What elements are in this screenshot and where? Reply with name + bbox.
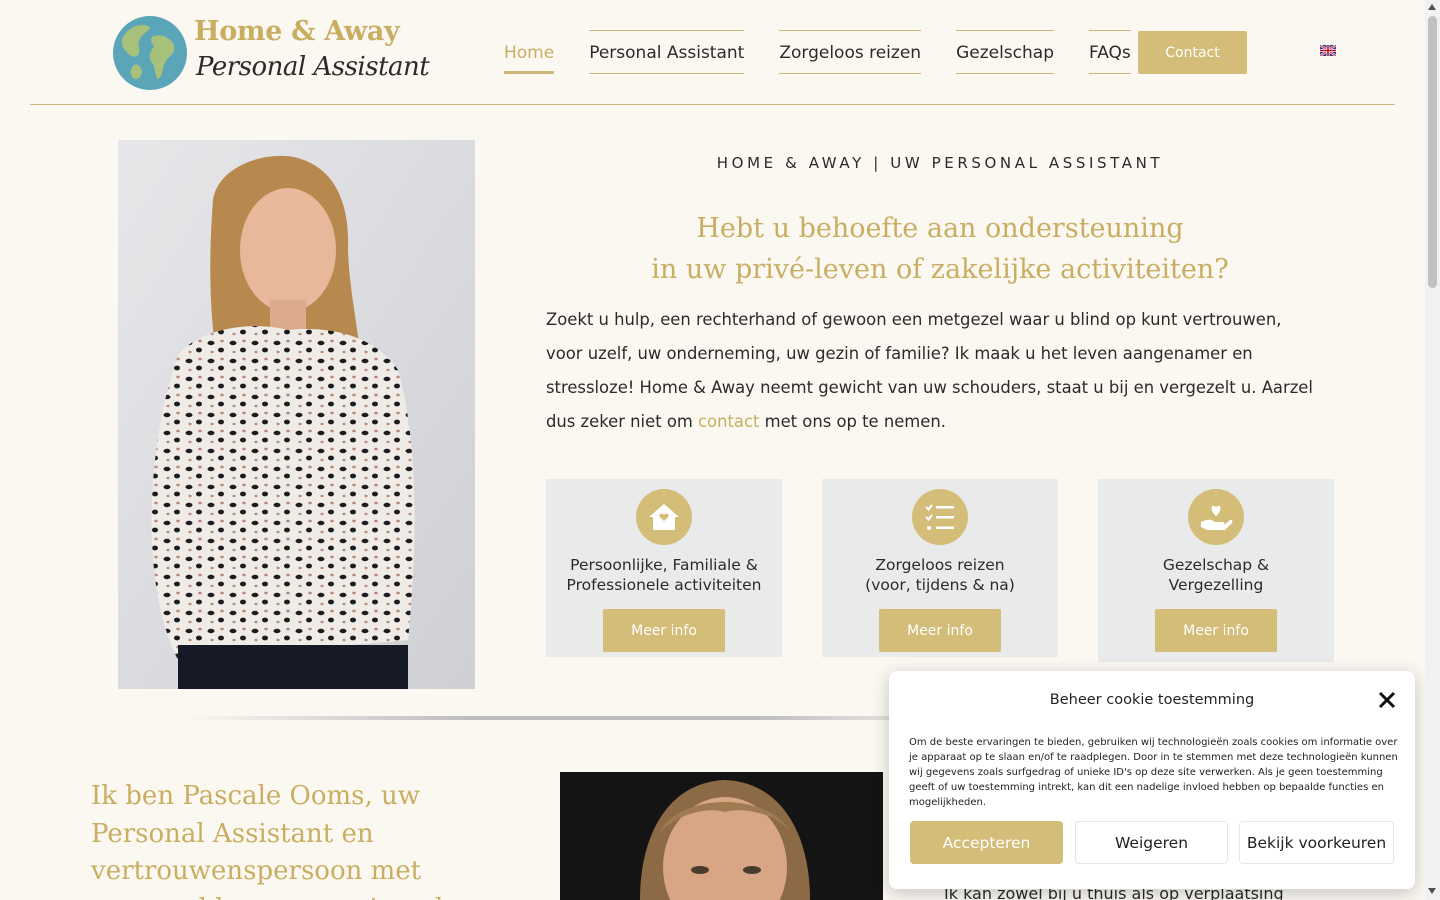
card-title-line1: Gezelschap & (1162, 556, 1270, 574)
card-title-line2: Vergezelling (1168, 576, 1264, 594)
header-divider (30, 104, 1395, 105)
globe-icon (113, 16, 187, 90)
view-preferences-button[interactable]: Bekijk voorkeuren (1239, 821, 1394, 864)
site-logo[interactable]: Home & Away Personal Assistant (112, 14, 430, 92)
nav-item-home[interactable]: Home (504, 30, 555, 74)
logo-title: Home & Away (194, 16, 400, 47)
cookie-title: Beheer cookie toestemming (1049, 692, 1255, 708)
uk-flag-icon[interactable] (1320, 45, 1336, 56)
card-title: Gezelschap & Vergezelling (1098, 555, 1334, 595)
card-title-line2: (voor, tijdens & na) (865, 576, 1015, 594)
hero-eyebrow: HOME & AWAY | UW PERSONAL ASSISTANT (716, 154, 1164, 172)
site-header: Home & Away Personal Assistant Home Pers… (0, 0, 1425, 106)
hero-headline: Hebt u behoefte aan ondersteuning in uw … (545, 208, 1335, 290)
service-card-activities: Persoonlijke, Familiale & Professionele … (546, 479, 782, 657)
logo-subtitle: Personal Assistant (196, 52, 430, 82)
meer-info-button[interactable]: Meer info (1155, 609, 1277, 652)
hero-intro: Zoekt u hulp, een rechterhand of gewoon … (546, 303, 1321, 439)
card-title-line2: Professionele activiteiten (566, 576, 762, 594)
about-title: Ik ben Pascale Ooms, uw Personal Assista… (91, 781, 457, 900)
page-scrollbar[interactable] (1425, 0, 1440, 900)
hero-headline-line2: in uw privé-leven of zakelijke activitei… (651, 254, 1229, 285)
contact-link[interactable]: contact (698, 412, 759, 431)
cookie-consent-dialog: Beheer cookie toestemming Om de beste er… (889, 671, 1415, 889)
nav-item-faqs[interactable]: FAQs (1089, 30, 1131, 74)
intro-text-after: met ons op te nemen. (759, 412, 946, 431)
meer-info-button[interactable]: Meer info (879, 609, 1001, 652)
card-title-line1: Zorgeloos reizen (875, 556, 1005, 574)
accept-button[interactable]: Accepteren (910, 821, 1063, 864)
house-icon (636, 489, 692, 545)
service-card-travel: Zorgeloos reizen (voor, tijdens & na) Me… (822, 479, 1058, 657)
contact-button[interactable]: Contact (1138, 31, 1247, 74)
hero-headline-line1: Hebt u behoefte aan ondersteuning (696, 213, 1184, 244)
cookie-body: Om de beste ervaringen te bieden, gebrui… (909, 737, 1398, 808)
deny-button[interactable]: Weigeren (1075, 821, 1228, 864)
nav-item-personal-assistant[interactable]: Personal Assistant (589, 30, 745, 74)
card-title: Zorgeloos reizen (voor, tijdens & na) (822, 555, 1058, 595)
nav-item-zorgeloos-reizen[interactable]: Zorgeloos reizen (779, 30, 922, 74)
card-title-line1: Persoonlijke, Familiale & (570, 556, 758, 574)
section-divider (180, 716, 900, 720)
heart-hand-icon (1188, 489, 1244, 545)
checklist-icon (912, 489, 968, 545)
nav-item-gezelschap[interactable]: Gezelschap (956, 30, 1054, 74)
scroll-up-icon[interactable] (1428, 4, 1436, 10)
meer-info-button[interactable]: Meer info (603, 609, 725, 652)
portrait-photo (118, 140, 475, 689)
scroll-down-icon[interactable] (1428, 888, 1436, 894)
portrait-photo-2 (560, 772, 883, 900)
close-icon[interactable] (1377, 690, 1397, 710)
scroll-thumb[interactable] (1428, 16, 1437, 288)
card-title: Persoonlijke, Familiale & Professionele … (546, 555, 782, 595)
service-card-company: Gezelschap & Vergezelling Meer info (1098, 479, 1334, 662)
main-nav: Home Personal Assistant Zorgeloos reizen… (504, 30, 1166, 74)
